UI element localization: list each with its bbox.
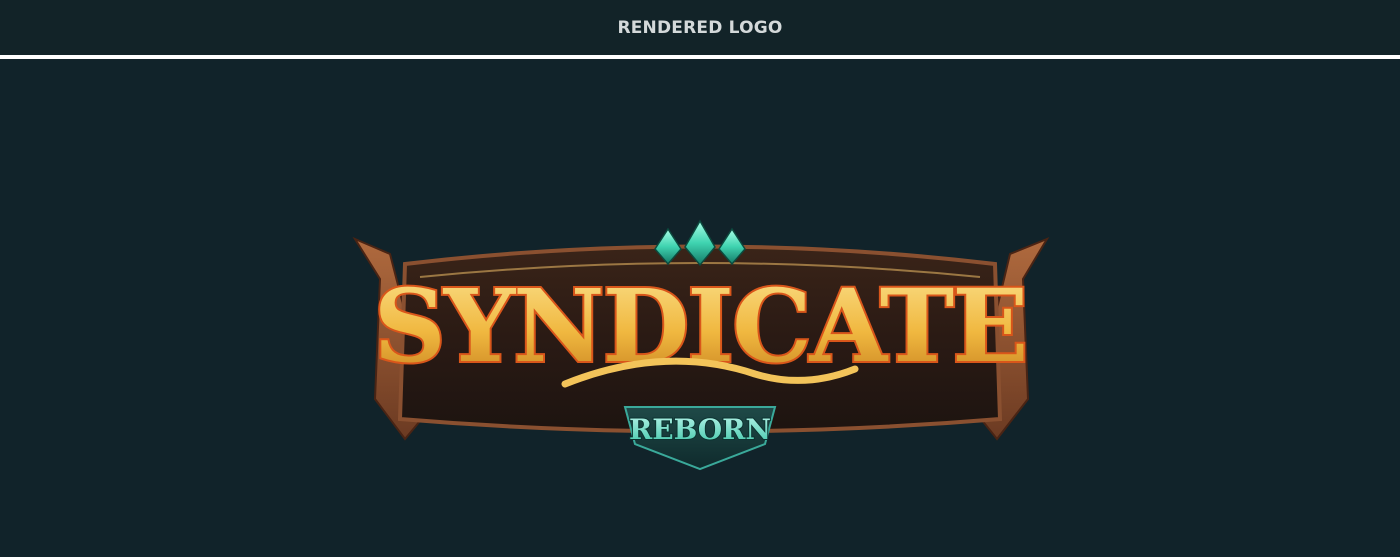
page-header: RENDERED LOGO xyxy=(0,0,1400,55)
syndicate-reborn-logo: SYNDICATE REBORN xyxy=(335,169,1065,479)
logo-stage: SYNDICATE REBORN xyxy=(0,59,1400,557)
logo-subtitle: REBORN xyxy=(629,413,771,446)
logo-title: SYNDICATE xyxy=(374,267,1027,385)
header-title: RENDERED LOGO xyxy=(617,17,783,38)
logo-artwork: SYNDICATE REBORN xyxy=(352,219,1050,471)
crown-gems-icon xyxy=(654,219,746,267)
